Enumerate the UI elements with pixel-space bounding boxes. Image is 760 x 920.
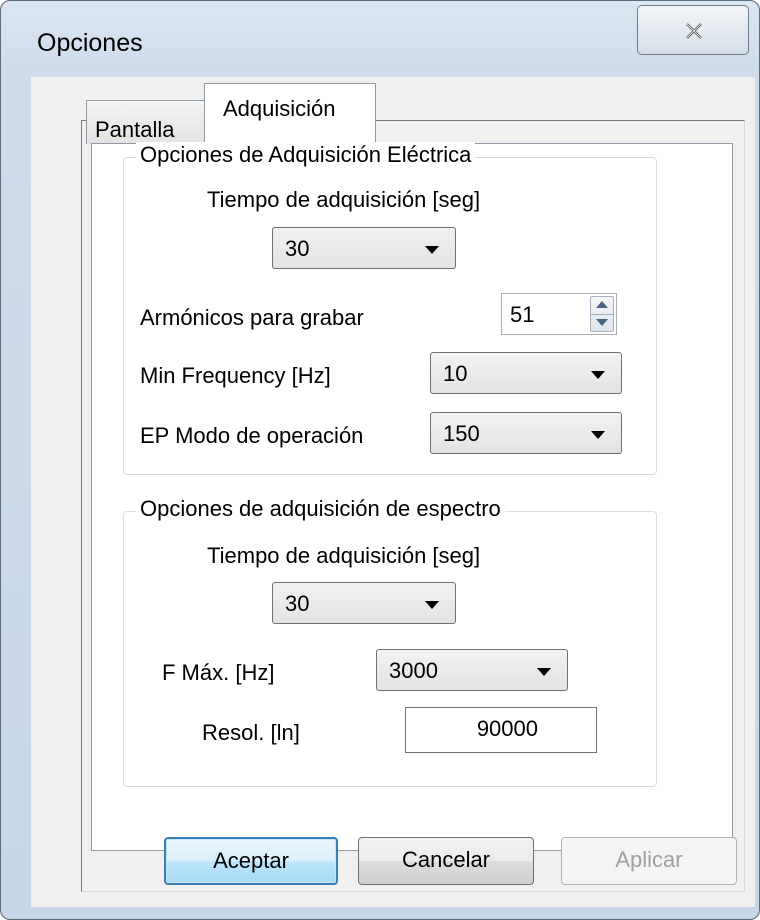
tab-adquisicion[interactable]: Adquisición [204, 83, 376, 145]
electrical-group-legend: Opciones de Adquisición Eléctrica [136, 142, 476, 168]
min-frequency-value: 10 [443, 361, 468, 386]
spectrum-acq-time-value: 30 [285, 591, 310, 616]
spectrum-acq-time-label: Tiempo de adquisición [seg] [207, 543, 481, 568]
electrical-acq-time-value: 30 [285, 236, 310, 261]
spectrum-acquisition-group: Opciones de adquisición de espectro Tiem… [123, 496, 657, 787]
chevron-down-icon [537, 668, 551, 676]
harmonics-spinner[interactable]: 51 [501, 293, 617, 335]
ep-mode-label: EP Modo de operación [140, 423, 364, 448]
cancel-button[interactable]: Cancelar [358, 837, 534, 885]
options-dialog: Opciones Pantalla Adquisición Opciones d… [0, 0, 760, 920]
resolution-input[interactable]: 90000 [405, 707, 597, 753]
min-frequency-label: Min Frequency [Hz] [140, 363, 331, 388]
spinner-up-icon[interactable] [596, 301, 608, 308]
apply-button[interactable]: Aplicar [561, 837, 737, 885]
ep-mode-value: 150 [443, 421, 480, 446]
fmax-label: F Máx. [Hz] [162, 660, 275, 685]
dialog-client-area: Pantalla Adquisición Opciones de Adquisi… [31, 77, 755, 907]
fmax-value: 3000 [389, 658, 438, 683]
close-icon [686, 23, 702, 39]
chevron-down-icon [591, 431, 605, 439]
chevron-down-icon [425, 601, 439, 609]
spinner-buttons[interactable] [590, 296, 614, 332]
tab-pantalla[interactable]: Pantalla [86, 100, 206, 144]
resolution-label: Resol. [ln] [202, 720, 300, 745]
tab-page-adquisicion: Opciones de Adquisición Eléctrica Tiempo… [91, 142, 733, 851]
min-frequency-select[interactable]: 10 [430, 352, 622, 394]
harmonics-label: Armónicos para grabar [140, 305, 364, 330]
electrical-acq-time-select[interactable]: 30 [272, 227, 456, 269]
fmax-select[interactable]: 3000 [376, 649, 568, 691]
spectrum-group-legend: Opciones de adquisición de espectro [136, 496, 505, 522]
dialog-title: Opciones [37, 29, 143, 57]
close-button[interactable] [637, 5, 749, 55]
accept-button[interactable]: Aceptar [164, 837, 338, 885]
chevron-down-icon [591, 371, 605, 379]
spinner-divider [591, 314, 613, 315]
spinner-down-icon[interactable] [596, 319, 608, 326]
ep-mode-select[interactable]: 150 [430, 412, 622, 454]
harmonics-value: 51 [510, 302, 535, 327]
electrical-acquisition-group: Opciones de Adquisición Eléctrica Tiempo… [123, 142, 657, 475]
electrical-acq-time-label: Tiempo de adquisición [seg] [207, 187, 481, 212]
chevron-down-icon [425, 246, 439, 254]
spectrum-acq-time-select[interactable]: 30 [272, 582, 456, 624]
